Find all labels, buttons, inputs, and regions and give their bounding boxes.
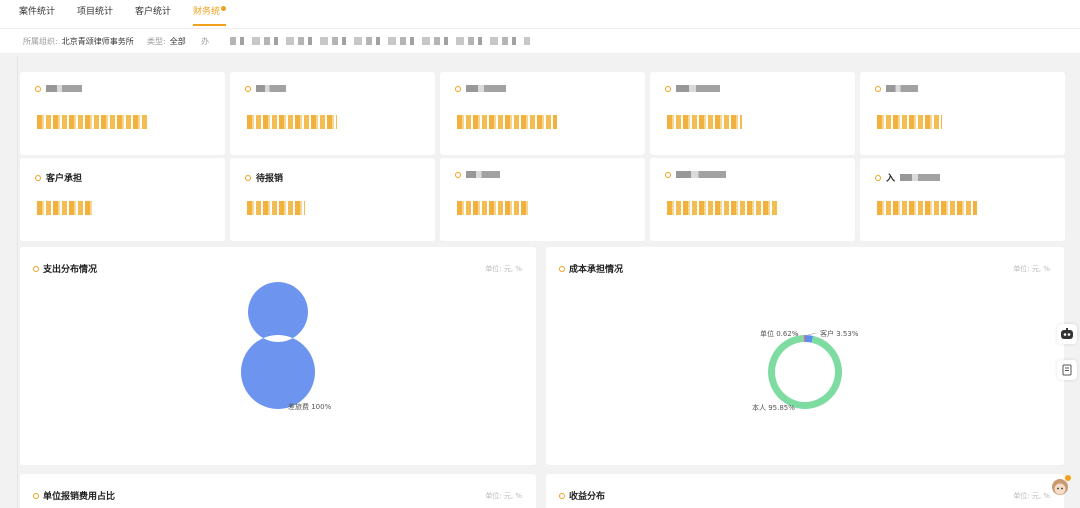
stat-card	[230, 72, 435, 155]
stat-card	[20, 72, 225, 155]
tab-project-stats[interactable]: 项目统计	[77, 0, 113, 28]
redacted-title	[886, 85, 918, 92]
type-filter-value: 全部	[169, 37, 186, 46]
stat-card-title	[35, 85, 87, 92]
document-icon[interactable]	[1057, 360, 1077, 380]
donut-label: 差旅费 100%	[288, 402, 332, 411]
stat-card-pending-reimbursement: 待报销	[230, 158, 435, 241]
bullet-icon	[35, 85, 41, 92]
tab-case-stats[interactable]: 案件统计	[19, 0, 55, 28]
redacted-date-range	[230, 37, 530, 45]
tab-label: 客户统计	[135, 7, 172, 17]
bullet-icon	[665, 171, 671, 178]
tab-finance-stats[interactable]: 财务统	[193, 0, 227, 28]
bullet-icon	[455, 85, 461, 92]
redacted-value	[457, 115, 557, 129]
redacted-title	[466, 171, 500, 178]
bullet-icon	[245, 174, 251, 181]
org-filter-label: 所属组织:	[23, 37, 58, 46]
stat-card-title	[455, 85, 511, 92]
stat-card-title: 客户承担	[35, 171, 82, 184]
org-filter-value: 北京青颂律师事务所	[61, 37, 134, 46]
stat-card-title	[665, 85, 725, 92]
redacted-title	[466, 85, 506, 92]
type-filter-label: 类型:	[147, 37, 166, 46]
redacted-title	[676, 85, 720, 92]
stat-card-client-borne: 客户承担	[20, 158, 225, 241]
cost-bearing-panel: 成本承担情况 单位: 元, % 本人 95.85% 客户 3.53% 单位 0.62…	[546, 247, 1064, 465]
stat-card	[440, 72, 645, 155]
stat-card-title	[455, 171, 505, 178]
stat-card	[650, 158, 855, 241]
unit-reimbursement-panel: 单位报销费用占比 单位: 元, %	[20, 474, 536, 508]
date-filter-label: 办	[201, 37, 209, 46]
panel-unit: 单位: 元, %	[1013, 492, 1050, 500]
donut-label: 客户 3.53%	[820, 329, 859, 338]
bullet-icon	[665, 85, 671, 92]
expense-donut-chart: 差旅费 100%	[240, 282, 332, 411]
filter-bar: 所属组织: 北京青颂律师事务所 类型: 全部 办	[0, 28, 1080, 53]
redacted-value	[877, 115, 942, 129]
donut-slice[interactable]	[240, 282, 315, 409]
redacted-value	[247, 201, 305, 215]
org-filter[interactable]: 所属组织: 北京青颂律师事务所	[23, 36, 134, 47]
notification-dot	[221, 6, 227, 11]
bullet-icon	[875, 85, 881, 92]
bullet-icon	[35, 174, 41, 181]
stat-card-income: 入	[860, 158, 1065, 241]
bullet-icon	[33, 492, 39, 499]
bullet-icon	[245, 85, 251, 92]
stat-card-title	[665, 171, 731, 178]
panel-title: 收益分布	[559, 489, 605, 502]
tab-label: 项目统计	[77, 7, 114, 17]
tab-list: 案件统计 项目统计 客户统计 财务统	[19, 0, 248, 28]
support-avatar-icon[interactable]	[1048, 474, 1072, 500]
cost-donut-chart: 本人 95.85%客户 3.53%单位 0.62%	[752, 329, 859, 412]
stat-card	[650, 72, 855, 155]
stat-card	[860, 72, 1065, 155]
expense-distribution-panel: 支出分布情况 单位: 元, % 差旅费 100%	[20, 247, 536, 465]
stat-card-title	[245, 85, 291, 92]
stat-card	[440, 158, 645, 241]
redacted-value	[247, 115, 337, 129]
top-tab-bar: 案件统计 项目统计 客户统计 财务统	[0, 0, 1080, 28]
redacted-title	[46, 85, 82, 92]
redacted-value	[667, 201, 779, 215]
redacted-value	[877, 201, 977, 215]
tab-label: 财务统	[193, 7, 221, 17]
bullet-icon	[559, 492, 565, 499]
redacted-value	[667, 115, 742, 129]
income-distribution-panel: 收益分布 单位: 元, %	[546, 474, 1064, 508]
redacted-value	[457, 201, 529, 215]
redacted-value	[37, 201, 92, 215]
redacted-title	[900, 174, 941, 181]
robot-assistant-icon[interactable]	[1057, 324, 1077, 344]
bullet-icon	[875, 174, 881, 181]
redacted-title	[256, 85, 286, 92]
type-filter[interactable]: 类型: 全部	[147, 36, 186, 47]
bullet-icon	[455, 171, 461, 178]
donut-slice[interactable]	[768, 335, 842, 409]
donut-label: 本人 95.85%	[752, 403, 795, 412]
date-filter[interactable]: 办	[201, 36, 209, 47]
stat-card-title	[875, 85, 923, 92]
panel-title: 单位报销费用占比	[33, 489, 115, 502]
stat-card-title: 入	[875, 171, 941, 184]
tab-label: 案件统计	[19, 7, 56, 17]
left-divider	[17, 56, 18, 508]
panel-unit: 单位: 元, %	[485, 492, 522, 500]
redacted-title	[676, 171, 726, 178]
redacted-value	[37, 115, 147, 129]
stat-card-title: 待报销	[245, 171, 283, 184]
tab-client-stats[interactable]: 客户统计	[135, 0, 171, 28]
label-leader-line	[807, 332, 817, 336]
